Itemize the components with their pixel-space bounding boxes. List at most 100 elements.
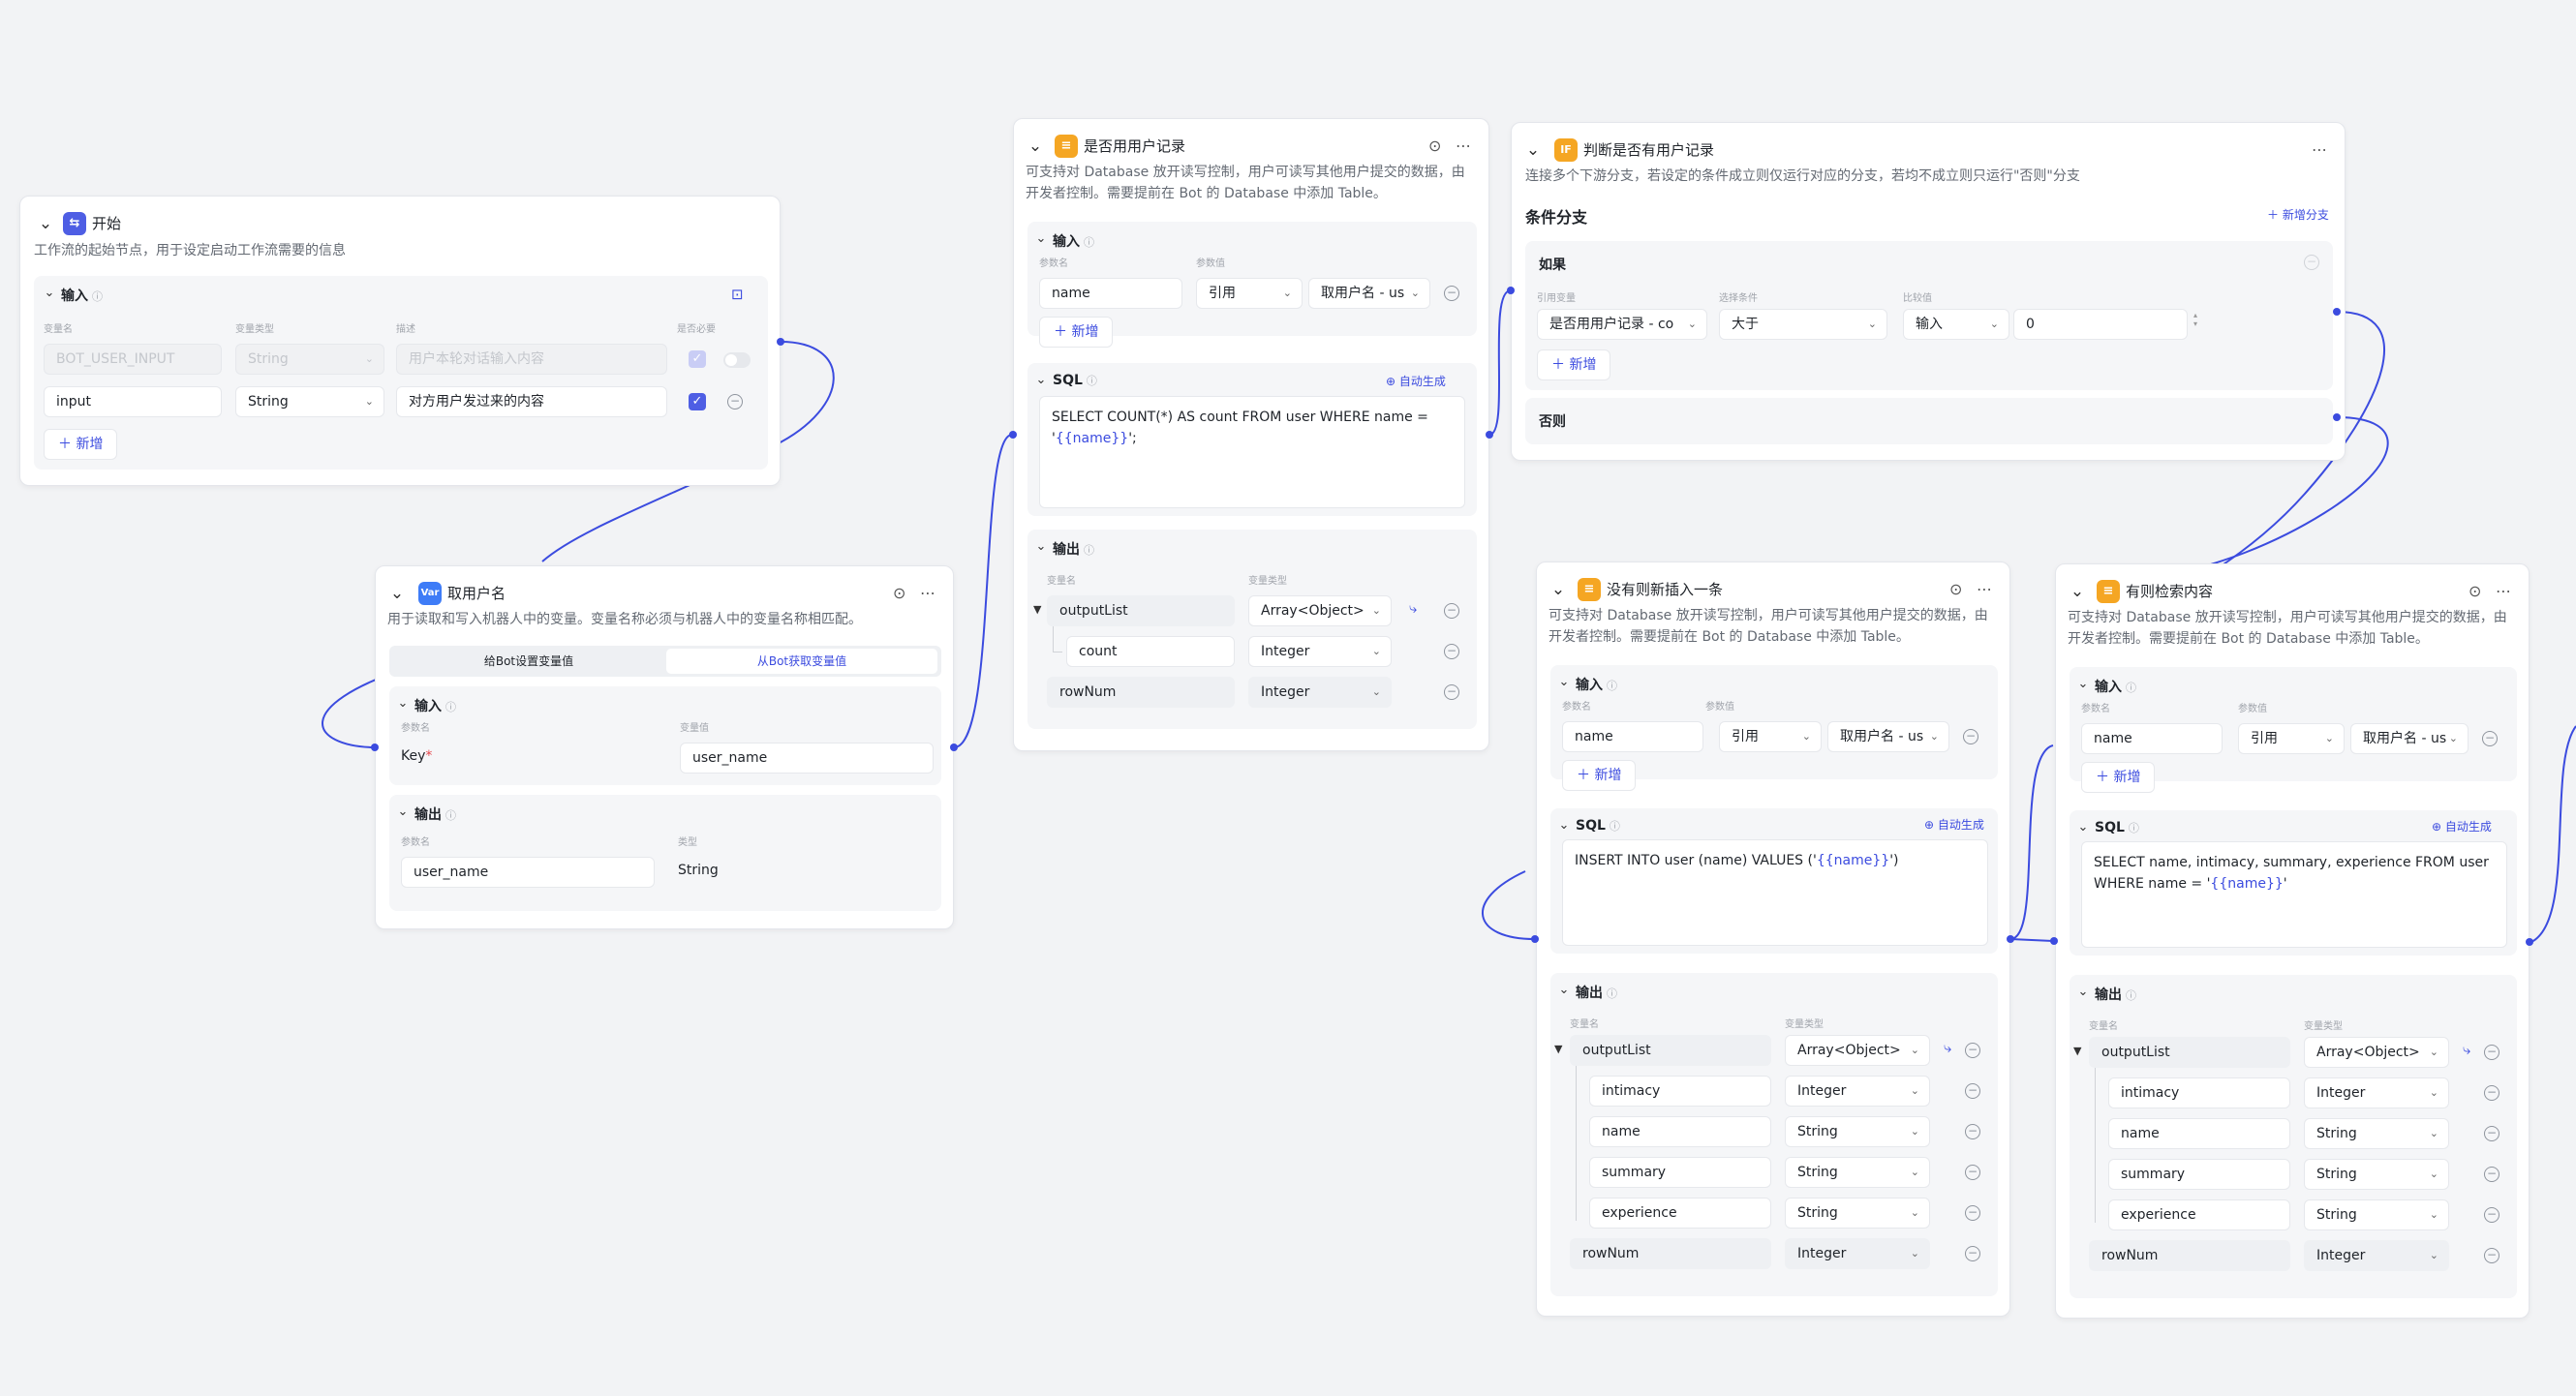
- input-port[interactable]: [2050, 937, 2058, 945]
- param-name-field[interactable]: name: [2081, 723, 2223, 754]
- condition-node[interactable]: ⌄ IF 判断是否有用户记录 ⋯ 连接多个下游分支，若设定的条件成立则仅运行对应…: [1511, 122, 2346, 461]
- chevron-down-icon[interactable]: ⌄: [1033, 231, 1049, 247]
- output-port[interactable]: [2007, 935, 2014, 943]
- param-name-field[interactable]: name: [1039, 278, 1182, 309]
- checkbox-icon[interactable]: ✓: [689, 393, 706, 410]
- add-button[interactable]: ＋ 新增: [44, 429, 118, 460]
- output-type-select[interactable]: Integer ⌄: [1248, 636, 1392, 667]
- param-source-select[interactable]: 引用 ⌄: [1719, 721, 1822, 752]
- output-type-select[interactable]: String ⌄: [2304, 1118, 2449, 1149]
- add-button[interactable]: ＋ 新增: [2081, 762, 2156, 793]
- chevron-down-icon[interactable]: ⌄: [1033, 539, 1049, 555]
- minus-circle-icon[interactable]: −: [2484, 1085, 2499, 1101]
- input-port[interactable]: [1531, 935, 1539, 943]
- output-type-select[interactable]: Integer ⌄: [1785, 1076, 1930, 1107]
- chevron-down-icon[interactable]: ⌄: [395, 696, 411, 712]
- key-value-field[interactable]: user_name: [680, 743, 934, 774]
- variable-node[interactable]: ⌄ Var 取用户名 ⊙ ⋯ 用于读取和写入机器人中的变量。变量名称必须与机器人…: [375, 565, 954, 929]
- chevron-down-icon[interactable]: ⌄: [42, 286, 57, 301]
- add-child-icon[interactable]: ⤷: [1944, 1039, 1951, 1056]
- minus-circle-icon[interactable]: −: [2484, 1167, 2499, 1182]
- minus-circle-icon[interactable]: −: [1444, 603, 1459, 619]
- add-child-icon[interactable]: ⤷: [1409, 599, 1417, 617]
- chevron-down-icon[interactable]: ⌄: [1033, 373, 1049, 388]
- search-node[interactable]: ⌄ ≡ 有则检索内容 ⊙ ⋯ 可支持对 Database 放开读写控制，用户可读…: [2055, 563, 2530, 1319]
- run-icon[interactable]: ⊙: [1949, 580, 1962, 598]
- output-type-select[interactable]: String ⌄: [2304, 1199, 2449, 1230]
- run-icon[interactable]: ⊙: [2469, 582, 2481, 600]
- param-ref-select[interactable]: 取用户名 - us ⌄: [1827, 721, 1949, 752]
- add-button[interactable]: ＋ 新增: [1039, 317, 1114, 348]
- output-name-field[interactable]: experience: [2108, 1199, 2290, 1230]
- chevron-down-icon[interactable]: ⌄: [2075, 677, 2091, 692]
- run-icon[interactable]: ⊙: [1428, 137, 1441, 155]
- auto-generate-button[interactable]: ⊕ 自动生成: [1924, 816, 1984, 833]
- output-name-field[interactable]: count: [1066, 636, 1235, 667]
- ref-var-select[interactable]: 是否用用户记录 - co ⌄: [1537, 309, 1707, 340]
- more-icon[interactable]: ⋯: [2496, 582, 2511, 600]
- chevron-down-icon[interactable]: ⌄: [1027, 138, 1043, 155]
- chevron-down-icon[interactable]: ⌄: [1525, 142, 1541, 159]
- output-name-field[interactable]: intimacy: [1589, 1076, 1771, 1107]
- minus-circle-icon[interactable]: −: [2304, 255, 2319, 270]
- output-name-field[interactable]: name: [1589, 1116, 1771, 1147]
- minus-circle-icon[interactable]: −: [2484, 1126, 2499, 1141]
- minus-circle-icon[interactable]: −: [2484, 1207, 2499, 1223]
- output-port[interactable]: [777, 338, 784, 346]
- minus-circle-icon[interactable]: −: [2482, 731, 2498, 746]
- minus-circle-icon[interactable]: −: [1444, 684, 1459, 700]
- caret-down-icon[interactable]: ▼: [1554, 1043, 1562, 1055]
- chevron-down-icon[interactable]: ⌄: [389, 586, 405, 602]
- var-type-select[interactable]: String ⌄: [235, 386, 384, 417]
- output-port[interactable]: [2526, 938, 2533, 946]
- param-source-select[interactable]: 引用 ⌄: [2238, 723, 2345, 754]
- desc-field[interactable]: 对方用户发过来的内容: [396, 386, 667, 417]
- auto-generate-button[interactable]: ⊕ 自动生成: [2432, 818, 2492, 835]
- compare-type-select[interactable]: 输入 ⌄: [1903, 309, 2009, 340]
- more-icon[interactable]: ⋯: [920, 584, 935, 602]
- tab-set-variable[interactable]: 给Bot设置变量值: [393, 649, 664, 674]
- more-icon[interactable]: ⋯: [1456, 137, 1471, 155]
- output-name-field[interactable]: summary: [2108, 1159, 2290, 1190]
- caret-down-icon[interactable]: ▼: [1033, 603, 1041, 616]
- output-type-select[interactable]: Array<Object> ⌄: [1248, 595, 1392, 626]
- minus-circle-icon[interactable]: −: [1965, 1205, 1980, 1221]
- chevron-down-icon[interactable]: ⌄: [1550, 582, 1566, 598]
- output-type-select[interactable]: String ⌄: [1785, 1157, 1930, 1188]
- query-node[interactable]: ⌄ ≡ 是否用用户记录 ⊙ ⋯ 可支持对 Database 放开读写控制，用户可…: [1013, 118, 1489, 751]
- condition-select[interactable]: 大于 ⌄: [1719, 309, 1887, 340]
- minus-circle-icon[interactable]: −: [1444, 286, 1459, 301]
- compare-value-input[interactable]: 0: [2013, 309, 2188, 340]
- chevron-down-icon[interactable]: ⌄: [1556, 818, 1572, 834]
- if-output-port[interactable]: [2333, 308, 2341, 316]
- more-icon[interactable]: ⋯: [1977, 580, 1992, 598]
- minus-circle-icon[interactable]: −: [1965, 1043, 1980, 1058]
- minus-circle-icon[interactable]: −: [1965, 1124, 1980, 1139]
- chevron-down-icon[interactable]: ⌄: [1556, 675, 1572, 690]
- output-name-field[interactable]: name: [2108, 1118, 2290, 1149]
- output-type-select[interactable]: Array<Object> ⌄: [2304, 1037, 2449, 1068]
- var-name-field[interactable]: input: [44, 386, 222, 417]
- caret-down-icon[interactable]: ▼: [2073, 1045, 2081, 1057]
- import-icon[interactable]: ⊡: [731, 286, 744, 303]
- minus-circle-icon[interactable]: −: [1444, 644, 1459, 659]
- sql-editor[interactable]: SELECT name, intimacy, summary, experien…: [2081, 841, 2507, 948]
- output-name-field[interactable]: summary: [1589, 1157, 1771, 1188]
- output-type-select[interactable]: Integer ⌄: [2304, 1077, 2449, 1108]
- output-type-select[interactable]: String ⌄: [1785, 1116, 1930, 1147]
- auto-generate-button[interactable]: ⊕ 自动生成: [1386, 373, 1446, 389]
- output-name-field[interactable]: outputList: [2089, 1037, 2290, 1068]
- add-branch-button[interactable]: ＋ 新增分支: [2267, 206, 2329, 223]
- input-port[interactable]: [1507, 287, 1515, 294]
- insert-node[interactable]: ⌄ ≡ 没有则新插入一条 ⊙ ⋯ 可支持对 Database 放开读写控制，用户…: [1536, 561, 2010, 1317]
- more-icon[interactable]: ⋯: [2312, 140, 2327, 159]
- output-name-field[interactable]: outputList: [1570, 1035, 1771, 1066]
- param-name-field[interactable]: name: [1562, 721, 1703, 752]
- add-button[interactable]: ＋ 新增: [1562, 760, 1637, 791]
- minus-circle-icon[interactable]: −: [1965, 1165, 1980, 1180]
- run-icon[interactable]: ⊙: [893, 584, 905, 602]
- chevron-down-icon[interactable]: ⌄: [2075, 985, 2091, 1000]
- sql-editor[interactable]: SELECT COUNT(*) AS count FROM user WHERE…: [1039, 396, 1465, 508]
- minus-circle-icon[interactable]: −: [2484, 1248, 2499, 1263]
- output-port[interactable]: [1486, 431, 1493, 439]
